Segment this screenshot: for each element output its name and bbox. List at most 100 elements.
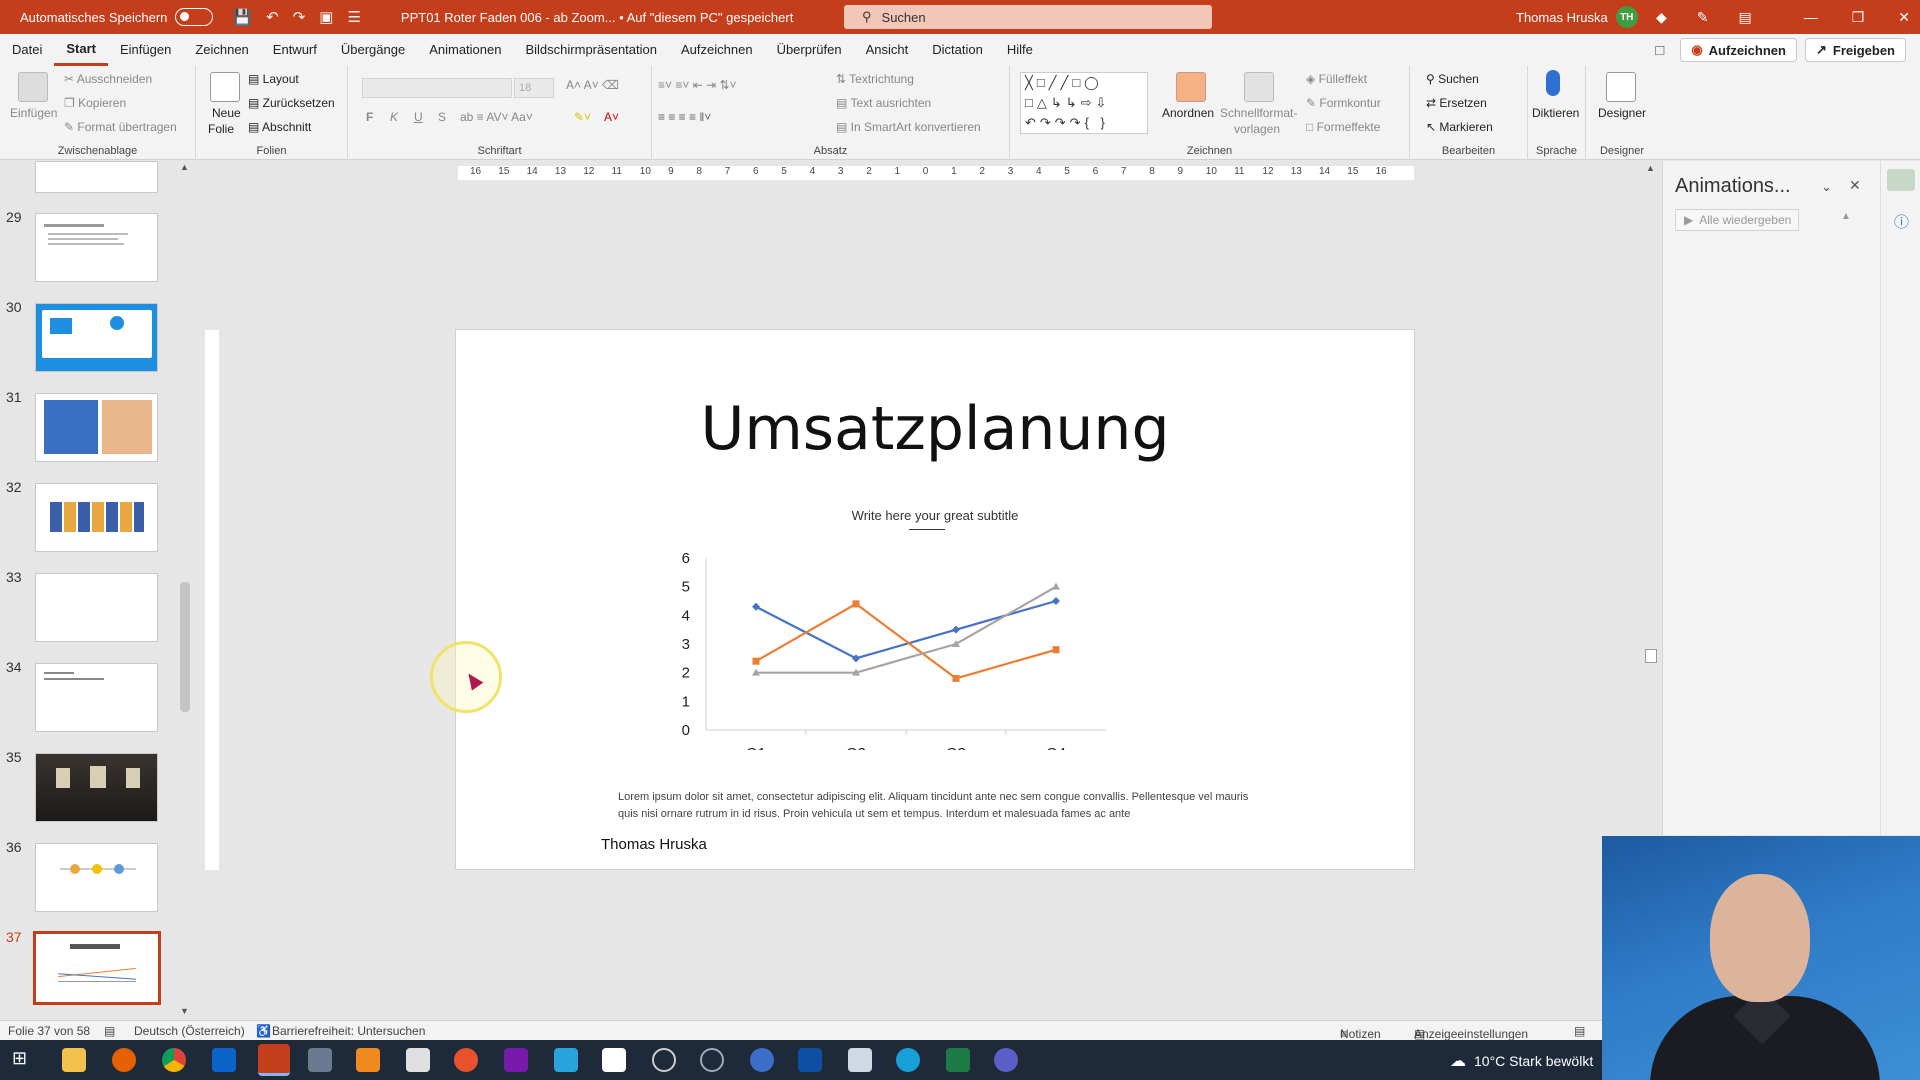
restore-icon[interactable]: ❐ (1852, 9, 1865, 26)
onenote-icon[interactable] (504, 1048, 528, 1072)
italic-button[interactable]: K (390, 110, 398, 124)
underline-button[interactable]: U (414, 110, 423, 124)
grow-font-icon[interactable]: A˄ A˅ ⌫ (566, 78, 619, 92)
tab-aufzeichnen[interactable]: Aufzeichnen (669, 34, 765, 66)
tab-dictation[interactable]: Dictation (920, 34, 995, 66)
user-account[interactable]: Thomas Hruska TH (1516, 0, 1638, 34)
undo-icon[interactable]: ↶ (266, 8, 279, 26)
quick-styles-label-2[interactable]: vorlagen (1234, 122, 1280, 136)
diamond-icon[interactable]: ◆ (1656, 9, 1667, 26)
save-icon[interactable]: 💾 (233, 8, 252, 26)
new-slide-label-2[interactable]: Folie (208, 122, 234, 136)
search-input[interactable]: ⚲ Suchen (844, 5, 1212, 29)
scroll-down-icon[interactable]: ▼ (180, 1006, 189, 1016)
reset-button[interactable]: ▤ Zurücksetzen (248, 96, 335, 110)
present-icon[interactable]: ▣ (319, 8, 333, 26)
windows-start-icon[interactable]: ⊞ (12, 1048, 36, 1072)
tab-ansicht[interactable]: Ansicht (854, 34, 921, 66)
move-up-icon[interactable]: ▲ (1841, 211, 1851, 222)
outlook-icon[interactable] (212, 1048, 236, 1072)
font-effects-icon[interactable]: ab ≡ AV˅ Aa˅ (460, 110, 533, 124)
minimize-icon[interactable]: — (1804, 9, 1818, 25)
paste-button[interactable]: Einfügen (10, 106, 57, 120)
replace-button[interactable]: ⇄ Ersetzen (1426, 96, 1487, 110)
slide-thumbnail-selected[interactable] (33, 931, 161, 1005)
telegram-icon[interactable] (554, 1048, 578, 1072)
section-button[interactable]: ▤ Abschnitt (248, 120, 311, 134)
file-explorer-icon[interactable] (62, 1048, 86, 1072)
tab-einfuegen[interactable]: Einfügen (108, 34, 183, 66)
slide-counter[interactable]: Folie 37 von 58 (8, 1024, 90, 1038)
tab-ueberpruefen[interactable]: Überprüfen (765, 34, 854, 66)
tab-animationen[interactable]: Animationen (417, 34, 513, 66)
text-direction-button[interactable]: ⇅ Textrichtung (836, 72, 914, 86)
align-text-button[interactable]: ▤ Text ausrichten (836, 96, 931, 110)
font-family-select[interactable] (362, 78, 512, 98)
app-icon[interactable] (848, 1048, 872, 1072)
slide-thumbnail[interactable] (35, 483, 158, 552)
comments-icon[interactable]: □ (1655, 42, 1664, 59)
scroll-up-icon[interactable]: ▲ (1646, 163, 1655, 173)
author-name[interactable]: Thomas Hruska (601, 836, 707, 853)
slide-thumbnail[interactable] (35, 753, 158, 822)
slide-thumbnail[interactable] (35, 303, 158, 372)
new-slide-icon[interactable] (210, 72, 240, 102)
app-icon[interactable] (406, 1048, 430, 1072)
tab-start[interactable]: Start (54, 34, 108, 66)
select-button[interactable]: ↖ Markieren (1426, 120, 1493, 134)
find-button[interactable]: ⚲ Suchen (1426, 72, 1479, 86)
arrange-button[interactable]: Anordnen (1162, 106, 1214, 120)
copy-button[interactable]: ❐ Kopieren (64, 96, 126, 110)
autosave-toggle[interactable] (175, 8, 214, 26)
close-icon[interactable]: ✕ (1849, 177, 1861, 194)
share-button[interactable]: ↗ Freigeben (1804, 38, 1906, 62)
tab-datei[interactable]: Datei (0, 34, 54, 66)
slide-subtitle[interactable]: Write here your great subtitle (456, 508, 1414, 523)
quick-styles-label[interactable]: Schnellformat- (1220, 106, 1297, 120)
slide-thumbnail[interactable] (35, 161, 158, 193)
play-all-button[interactable]: ▶ Alle wiedergeben (1675, 209, 1799, 231)
arrange-icon[interactable] (1176, 72, 1206, 102)
document-title[interactable]: PPT01 Roter Faden 006 - ab Zoom... • Auf… (401, 10, 793, 25)
slide-title[interactable]: Umsatzplanung (456, 394, 1414, 464)
outline-button[interactable]: ✎ Formkontur (1306, 96, 1381, 110)
effects-button[interactable]: □ Formeffekte (1306, 120, 1380, 134)
highlight-icon[interactable]: ✎˅ (574, 110, 591, 124)
autosave[interactable]: Automatisches Speichern (0, 8, 214, 26)
body-text[interactable]: Lorem ipsum dolor sit amet, consectetur … (618, 789, 1258, 823)
line-chart[interactable]: 0 1 2 3 4 5 6 Q1 Q2 Q3 Q4 (606, 550, 1106, 750)
vlc-icon[interactable] (356, 1048, 380, 1072)
redo-icon[interactable]: ↷ (293, 8, 306, 26)
scroll-up-icon[interactable]: ▲ (180, 162, 189, 172)
record-button[interactable]: ◉ Aufzeichnen (1680, 38, 1797, 62)
ribbon-display-icon[interactable]: ▤ (1739, 9, 1752, 26)
slide-canvas[interactable]: Umsatzplanung Write here your great subt… (455, 329, 1415, 870)
teams-icon[interactable] (994, 1048, 1018, 1072)
pane-options-icon[interactable]: ⌄ (1821, 179, 1832, 195)
bold-button[interactable]: F (366, 110, 373, 124)
touch-mode-icon[interactable]: ☰ (347, 8, 360, 26)
fill-button[interactable]: ◈ Fülleffekt (1306, 72, 1367, 86)
scrollbar-thumb[interactable] (180, 582, 190, 712)
align-icons[interactable]: ≡ ≡ ≡ ≡ ‖˅ (658, 110, 711, 124)
font-color-icon[interactable]: A˅ (604, 110, 619, 124)
app-icon[interactable] (798, 1048, 822, 1072)
slide-thumbnail[interactable] (35, 393, 158, 462)
app-icon[interactable] (602, 1048, 626, 1072)
tab-uebergaenge[interactable]: Übergänge (329, 34, 417, 66)
language-indicator[interactable]: Deutsch (Österreich) (134, 1024, 245, 1038)
quick-styles-icon[interactable] (1244, 72, 1274, 102)
accessibility-check[interactable]: Barrierefreiheit: Untersuchen (272, 1024, 425, 1038)
excel-icon[interactable] (946, 1048, 970, 1072)
pen-icon[interactable]: ✎ (1697, 9, 1709, 26)
app-icon[interactable] (652, 1048, 676, 1072)
tab-hilfe[interactable]: Hilfe (995, 34, 1045, 66)
chrome-icon[interactable] (162, 1048, 186, 1072)
layout-button[interactable]: ▤ Layout (248, 72, 299, 86)
designer-button[interactable]: Designer (1598, 106, 1646, 120)
thumbnail-scrollbar[interactable]: ▲ ▼ (178, 162, 192, 1020)
shapes-gallery[interactable]: ╳□╱╱□◯ □△↳↳⇨⇩ ↶↷↷↷{ } (1020, 72, 1148, 134)
help-icon[interactable]: ⓘ (1894, 211, 1909, 232)
shadow-button[interactable]: S (438, 110, 446, 124)
dictate-button[interactable]: Diktieren (1532, 106, 1579, 120)
